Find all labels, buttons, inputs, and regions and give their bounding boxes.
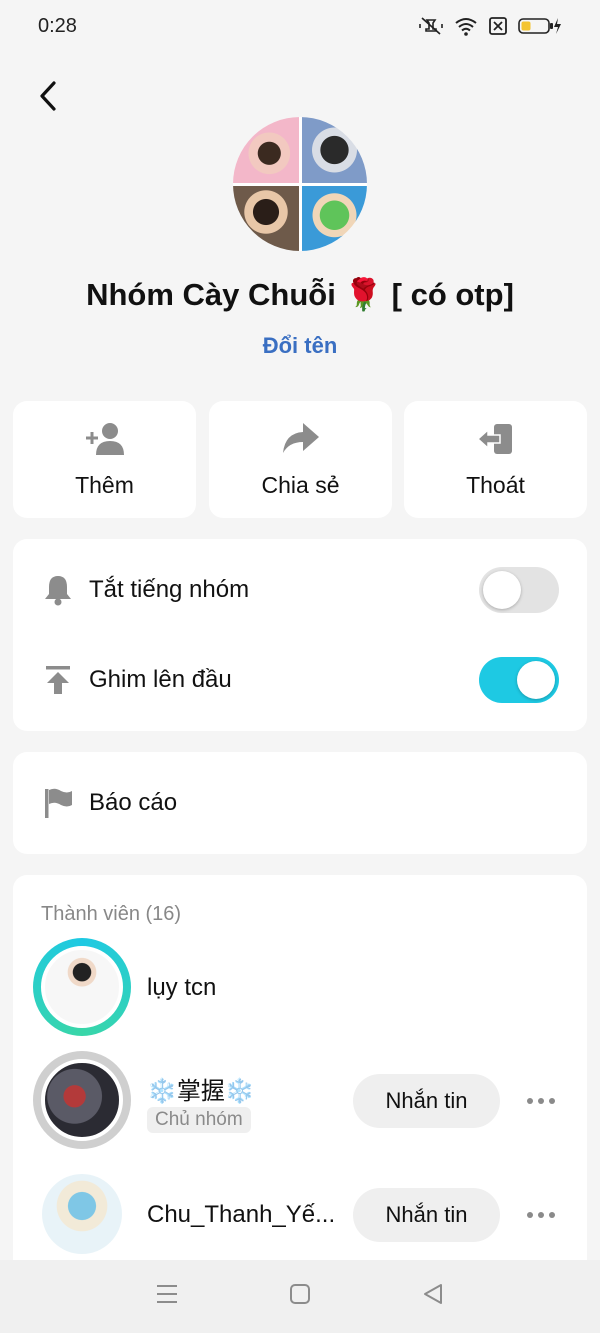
- group-title: Nhóm Cày Chuỗi 🌹 [ có otp]: [86, 277, 514, 312]
- leave-group-button[interactable]: Thoát: [404, 401, 587, 518]
- status-icons: [418, 16, 562, 36]
- settings-card: Tắt tiếng nhóm Ghim lên đầu: [13, 539, 587, 731]
- bell-icon: [41, 573, 75, 607]
- avatar[interactable]: [33, 938, 131, 1036]
- more-dot: [527, 1098, 533, 1104]
- chevron-left-icon: [40, 81, 56, 111]
- toggle-knob: [483, 571, 521, 609]
- avatar[interactable]: [33, 1051, 131, 1149]
- add-member-label: Thêm: [75, 471, 134, 498]
- status-bar: 0:28: [0, 0, 600, 52]
- member-name: ❄️掌握❄️: [147, 1078, 255, 1105]
- more-dot: [527, 1212, 533, 1218]
- battery-charging-icon: [518, 16, 562, 36]
- pin-top-label: Ghim lên đầu: [89, 666, 232, 693]
- message-button[interactable]: Nhắn tin: [353, 1074, 500, 1128]
- more-dot: [538, 1212, 544, 1218]
- share-button[interactable]: Chia sẻ: [209, 401, 392, 518]
- member-row[interactable]: Chu_Thanh_Yế... Nhắn tin: [13, 1165, 587, 1265]
- add-person-icon: [84, 421, 126, 462]
- menu-nav-button[interactable]: [155, 1282, 179, 1311]
- group-avatar-tile-4: [301, 185, 367, 251]
- more-dot: [549, 1098, 555, 1104]
- system-nav-bar: [0, 1260, 600, 1333]
- member-row[interactable]: lụy tcn: [13, 938, 587, 1038]
- back-button[interactable]: [30, 78, 66, 114]
- mute-vibrate-icon: [418, 16, 444, 36]
- members-card: Thành viên (16) lụy tcn ❄️掌握❄️ Chủ nhóm …: [13, 875, 587, 1275]
- exit-icon: [476, 421, 516, 462]
- members-header: Thành viên (16): [41, 903, 182, 925]
- mute-group-row: Tắt tiếng nhóm: [13, 560, 587, 620]
- menu-icon: [157, 1285, 177, 1303]
- toggle-knob: [517, 661, 555, 699]
- report-label: Báo cáo: [89, 789, 178, 816]
- add-member-button[interactable]: Thêm: [13, 401, 196, 518]
- group-avatar-tile-2: [301, 117, 367, 183]
- group-avatar-tile-1: [233, 117, 299, 183]
- report-card[interactable]: Báo cáo: [13, 752, 587, 854]
- avatar-image: [41, 1059, 123, 1141]
- message-button[interactable]: Nhắn tin: [353, 1188, 500, 1242]
- more-dot: [549, 1212, 555, 1218]
- home-square-icon: [290, 1284, 310, 1304]
- pin-top-toggle[interactable]: [479, 657, 559, 703]
- leave-group-label: Thoát: [466, 471, 525, 498]
- status-time: 0:28: [38, 14, 77, 37]
- avatar-image: [41, 946, 123, 1028]
- more-dot: [538, 1098, 544, 1104]
- share-arrow-icon: [281, 421, 321, 462]
- rename-link[interactable]: Đổi tên: [0, 333, 600, 359]
- mute-group-toggle[interactable]: [479, 567, 559, 613]
- more-options-button[interactable]: [521, 1205, 561, 1225]
- flag-icon: [41, 786, 75, 820]
- share-label: Chia sẻ: [261, 471, 340, 498]
- group-avatar[interactable]: [233, 117, 367, 251]
- member-row[interactable]: ❄️掌握❄️ Chủ nhóm Nhắn tin: [13, 1051, 587, 1151]
- sim-off-icon: [488, 16, 508, 36]
- owner-badge: Chủ nhóm: [147, 1107, 251, 1133]
- avatar-image: [42, 1174, 122, 1254]
- avatar[interactable]: [33, 1165, 131, 1263]
- member-name: lụy tcn: [147, 974, 217, 1001]
- more-options-button[interactable]: [521, 1091, 561, 1111]
- member-name: Chu_Thanh_Yế...: [147, 1201, 336, 1228]
- wifi-icon: [454, 16, 478, 36]
- back-nav-button[interactable]: [421, 1282, 445, 1311]
- pin-top-row: Ghim lên đầu: [13, 650, 587, 710]
- pin-top-icon: [41, 663, 75, 697]
- report-row[interactable]: Báo cáo: [13, 773, 587, 833]
- mute-group-label: Tắt tiếng nhóm: [89, 576, 250, 603]
- home-nav-button[interactable]: [289, 1283, 311, 1310]
- group-avatar-tile-3: [233, 185, 299, 251]
- back-triangle-icon: [424, 1284, 442, 1304]
